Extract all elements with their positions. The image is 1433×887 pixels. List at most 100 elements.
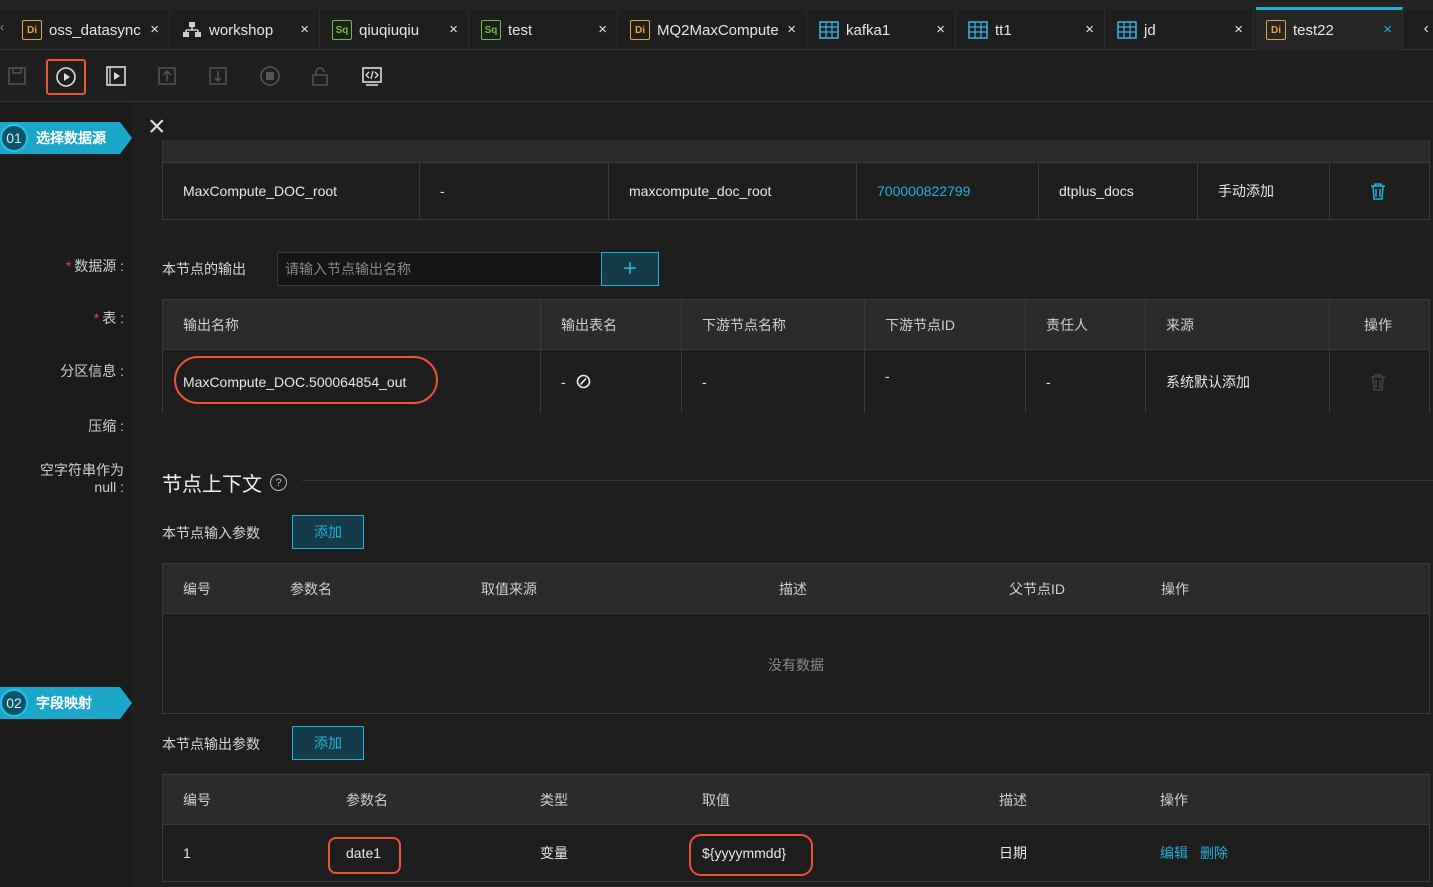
step-field-mapping[interactable]: 02 字段映射: [0, 687, 132, 719]
table-header-row: 编号 参数名 取值来源 描述 父节点ID 操作: [163, 564, 1429, 614]
close-panel-icon[interactable]: ×: [148, 112, 166, 142]
add-input-param-button[interactable]: 添加: [292, 515, 364, 549]
tab-test[interactable]: Sq test ×: [471, 10, 618, 50]
add-output-button[interactable]: +: [601, 252, 659, 286]
add-output-param-button[interactable]: 添加: [292, 726, 364, 760]
empty-string-null-label: 空字符串作为 null :: [40, 462, 124, 495]
workflow-icon: [182, 20, 202, 40]
cell-source: 手动添加: [1198, 163, 1330, 219]
close-icon[interactable]: ×: [787, 21, 796, 38]
col-header: 编号: [183, 580, 211, 597]
col-header: 操作: [1160, 791, 1188, 808]
step-number: 02: [0, 689, 28, 717]
col-header: 操作: [1161, 580, 1189, 597]
table-row: MaxCompute_DOC_root - maxcompute_doc_roo…: [163, 163, 1429, 219]
tab-label: MQ2MaxCompute: [657, 21, 779, 39]
close-icon[interactable]: ×: [300, 21, 309, 38]
tab-jd[interactable]: jd ×: [1107, 10, 1254, 50]
di-node-icon: Di: [630, 20, 650, 40]
run-with-params-button[interactable]: [99, 60, 133, 92]
run-button[interactable]: [46, 59, 86, 95]
close-icon[interactable]: ×: [1234, 21, 1243, 38]
tab-label: tt1: [995, 21, 1012, 39]
col-header: 取值来源: [481, 580, 537, 597]
help-icon[interactable]: ?: [270, 474, 287, 491]
cell-owner: -: [1026, 350, 1146, 413]
code-view-button[interactable]: [355, 60, 389, 92]
table-label: * 表 :: [93, 310, 124, 326]
delete-link[interactable]: 删除: [1200, 843, 1228, 863]
node-id-link[interactable]: 700000822799: [857, 163, 1039, 219]
submit-button[interactable]: [150, 60, 184, 92]
tab-label: test: [508, 21, 533, 39]
edit-icon[interactable]: [576, 374, 591, 389]
tab-test22[interactable]: Di test22 ×: [1256, 7, 1403, 50]
col-header: 来源: [1146, 300, 1330, 349]
sql-node-icon: Sq: [332, 20, 352, 40]
di-node-icon: Di: [22, 20, 42, 40]
save-button[interactable]: [0, 60, 34, 92]
tab-label: kafka1: [846, 21, 891, 39]
tab-qiuqiuqiu[interactable]: Sq qiuqiuqiu ×: [322, 10, 469, 50]
highlight-annotation: [328, 837, 401, 874]
cell-output-table: -: [541, 350, 682, 413]
step-select-datasource[interactable]: 01 选择数据源: [0, 122, 132, 154]
col-header: 下游节点ID: [865, 300, 1026, 349]
input-params-label: 本节点输入参数: [162, 525, 260, 541]
edit-link[interactable]: 编辑: [1160, 843, 1188, 863]
col-header: 操作: [1364, 316, 1392, 333]
col-header: 父节点ID: [1009, 580, 1065, 597]
cell-actions: 编辑 删除: [1140, 825, 1340, 881]
tab-tt1[interactable]: tt1 ×: [958, 10, 1105, 50]
cell-node-name: maxcompute_doc_root: [609, 163, 857, 219]
cell-type: 变量: [540, 845, 568, 861]
highlight-annotation: [689, 834, 813, 876]
close-icon[interactable]: ×: [936, 21, 945, 38]
table-icon: [968, 20, 988, 40]
close-icon[interactable]: ×: [1085, 21, 1094, 38]
close-icon[interactable]: ×: [150, 21, 159, 38]
trash-icon: [1371, 373, 1385, 391]
col-header: 编号: [183, 791, 211, 808]
close-icon[interactable]: ×: [449, 21, 458, 38]
empty-state-text: 没有数据: [768, 657, 824, 673]
tab-label: workshop: [209, 21, 274, 39]
col-header: 输出表名: [541, 300, 682, 349]
publish-icon: [209, 67, 227, 85]
tab-workshop[interactable]: workshop ×: [172, 10, 320, 50]
tab-kafka1[interactable]: kafka1 ×: [809, 10, 956, 50]
wizard-steps-panel: 01 选择数据源 * 数据源 : * 表 : 分区信息 : 压缩 : 空字符串作为 …: [0, 102, 132, 887]
cell-output-name: MaxCompute_DOC_root: [163, 163, 420, 219]
required-mark: *: [65, 258, 72, 274]
tab-scroll-right-icon[interactable]: ‹: [1424, 20, 1429, 38]
lock-button[interactable]: [303, 60, 337, 92]
cell-source: 系统默认添加: [1146, 350, 1330, 413]
table-icon: [819, 20, 839, 40]
trash-icon: [1371, 183, 1385, 200]
close-icon[interactable]: ×: [598, 21, 607, 38]
node-output-label: 本节点的输出: [162, 261, 246, 277]
divider: [302, 480, 1433, 481]
output-params-label: 本节点输出参数: [162, 736, 260, 752]
partition-label: 分区信息 :: [60, 363, 124, 379]
node-context-title: 节点上下文 ?: [162, 468, 287, 497]
compress-label: 压缩 :: [88, 418, 124, 434]
stop-button[interactable]: [253, 60, 287, 92]
di-node-icon: Di: [1266, 20, 1286, 40]
tab-oss-datasync[interactable]: Di oss_datasync ×: [12, 10, 170, 50]
close-icon[interactable]: ×: [1383, 21, 1392, 38]
delete-button[interactable]: [1330, 163, 1430, 219]
toolbar: [0, 50, 1433, 102]
node-output-input[interactable]: 请输入节点输出名称: [277, 252, 602, 286]
tab-bar: ‹ Di oss_datasync × workshop × Sq qiuqiu…: [0, 0, 1433, 50]
sql-node-icon: Sq: [481, 20, 501, 40]
input-params-table: 编号 参数名 取值来源 描述 父节点ID 操作 没有数据: [162, 563, 1430, 714]
publish-button[interactable]: [201, 60, 235, 92]
code-icon: [362, 67, 382, 86]
tab-scroll-left-icon[interactable]: ‹: [0, 20, 4, 34]
play-circle-icon: [56, 67, 76, 87]
tab-mq2maxcompute[interactable]: Di MQ2MaxCompute ×: [620, 10, 807, 50]
unlock-icon: [312, 67, 328, 86]
highlight-annotation: [174, 356, 438, 404]
table-header-row: 输出名称 输出表名 下游节点名称 下游节点ID 责任人 来源 操作: [163, 300, 1429, 350]
